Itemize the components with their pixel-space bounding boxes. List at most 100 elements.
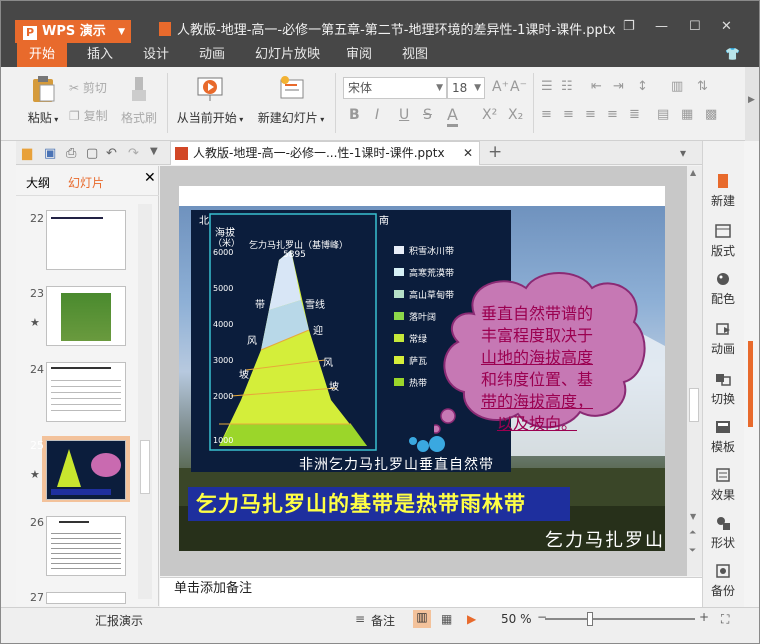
- tab-slides[interactable]: 幻灯片: [68, 174, 104, 191]
- text-direction-icon[interactable]: ⇅: [697, 79, 708, 94]
- scrollbar-thumb[interactable]: [689, 388, 699, 422]
- next-slide-icon[interactable]: ⏷: [689, 546, 696, 556]
- distributed-icon[interactable]: ≣: [629, 107, 640, 122]
- print-preview-icon[interactable]: ▢: [86, 146, 100, 161]
- superscript-button[interactable]: X²: [482, 107, 497, 123]
- italic-button[interactable]: I: [375, 107, 379, 123]
- sidebar-item-backup[interactable]: 备份: [703, 563, 743, 599]
- slide-thumbnail[interactable]: [46, 286, 126, 346]
- scroll-down-icon[interactable]: ▼: [690, 512, 696, 521]
- tab-review[interactable]: 审阅: [334, 43, 384, 67]
- tab-design[interactable]: 设计: [131, 43, 181, 67]
- smartart-icon[interactable]: ▩: [705, 107, 717, 122]
- sidebar-item-new[interactable]: 新建: [703, 173, 743, 209]
- panel-scrollbar[interactable]: [138, 204, 152, 599]
- new-slide-button[interactable]: 新建幻灯片 ▾: [253, 75, 329, 126]
- notes-toggle-icon[interactable]: ≡: [355, 612, 365, 626]
- maximize-icon[interactable]: ☐: [689, 19, 701, 34]
- font-color-button[interactable]: A: [447, 105, 458, 127]
- task-pane-toggle[interactable]: [748, 341, 753, 427]
- tab-slideshow[interactable]: 幻灯片放映: [243, 43, 332, 67]
- open-folder-icon[interactable]: ▆: [22, 146, 36, 161]
- tab-outline[interactable]: 大纲: [26, 174, 50, 191]
- zoom-out-icon[interactable]: −: [537, 610, 547, 624]
- text-box-icon[interactable]: ▦: [681, 107, 693, 122]
- redo-icon[interactable]: ↷: [128, 146, 142, 161]
- format-painter-button[interactable]: 格式刷: [119, 75, 159, 126]
- indent-icon[interactable]: ⇥: [613, 79, 624, 94]
- zoom-in-icon[interactable]: +: [699, 610, 709, 624]
- scrollbar-thumb[interactable]: [140, 440, 150, 494]
- bold-button[interactable]: B: [349, 107, 360, 123]
- cut-button[interactable]: ✂ 剪切: [69, 79, 107, 96]
- slide-thumbnail[interactable]: [46, 516, 126, 576]
- shirt-icon[interactable]: 👕: [725, 47, 740, 61]
- slideshow-play-icon[interactable]: ▶: [467, 612, 476, 626]
- vertical-align-icon[interactable]: ▤: [657, 107, 669, 122]
- sidebar-item-animation[interactable]: 动画: [703, 321, 743, 357]
- app-menu-button[interactable]: P WPS 演示 ▼: [15, 20, 131, 44]
- grow-font-icon[interactable]: A⁺: [492, 79, 509, 95]
- sidebar-item-template[interactable]: 模板: [703, 419, 743, 455]
- subscript-button[interactable]: X₂: [508, 107, 523, 123]
- align-left-icon[interactable]: ≡: [541, 107, 552, 122]
- close-panel-icon[interactable]: ✕: [144, 170, 156, 186]
- sidebar-item-effects[interactable]: 效果: [703, 467, 743, 503]
- align-center-icon[interactable]: ≡: [563, 107, 574, 122]
- outdent-icon[interactable]: ⇤: [591, 79, 602, 94]
- slide-thumbnail[interactable]: [46, 210, 126, 270]
- bullets-icon[interactable]: ☰: [541, 79, 553, 94]
- presentation-mode[interactable]: 汇报演示: [95, 612, 143, 629]
- tab-animation[interactable]: 动画: [187, 43, 237, 67]
- columns-icon[interactable]: ▥: [671, 79, 683, 94]
- notes-toggle-label[interactable]: 备注: [371, 612, 395, 629]
- sidebar-item-shapes[interactable]: 形状: [703, 515, 743, 551]
- tab-home[interactable]: 开始: [17, 43, 68, 67]
- tab-insert[interactable]: 插入: [75, 43, 125, 67]
- justify-icon[interactable]: ≡: [607, 107, 618, 122]
- align-right-icon[interactable]: ≡: [585, 107, 596, 122]
- sidebar-item-color[interactable]: 配色: [703, 271, 743, 307]
- paste-button[interactable]: 粘贴 ▾: [23, 75, 63, 126]
- line-spacing-icon[interactable]: ↕: [637, 79, 648, 94]
- slide-thumbnail[interactable]: [46, 362, 126, 422]
- notes-pane[interactable]: 单击添加备注: [160, 577, 702, 607]
- shrink-font-icon[interactable]: A⁻: [510, 79, 527, 95]
- close-icon[interactable]: ✕: [721, 19, 732, 34]
- font-name-select[interactable]: 宋体 ▼: [343, 77, 447, 99]
- minimize-icon[interactable]: —: [655, 19, 668, 34]
- transition-icon: [716, 374, 731, 386]
- slide-sorter-icon[interactable]: ▦: [441, 612, 452, 626]
- strikethrough-button[interactable]: S: [423, 107, 432, 123]
- thumb-line: [59, 521, 89, 523]
- slide-thumbnail-current[interactable]: [46, 440, 126, 500]
- font-size-select[interactable]: 18 ▼: [447, 77, 485, 99]
- numbering-icon[interactable]: ☷: [561, 79, 573, 94]
- previous-slide-icon[interactable]: ⏶: [689, 528, 696, 538]
- ribbon-scroll-right[interactable]: ▶: [745, 67, 759, 141]
- undo-icon[interactable]: ↶: [106, 146, 120, 161]
- zoom-slider-track[interactable]: [545, 618, 695, 620]
- play-from-current-button[interactable]: 从当前开始 ▾: [175, 75, 245, 126]
- zoom-slider-knob[interactable]: [587, 612, 593, 626]
- canvas-scrollbar[interactable]: ▲ ▼ ⏶ ⏷: [687, 166, 702, 576]
- new-tab-icon[interactable]: +: [488, 142, 502, 162]
- print-icon[interactable]: ⎙: [66, 146, 80, 161]
- cloud-callout-text: 垂直自然带谱的 丰富程度取决于 山地的海拔高度 和纬度位置、基 带的海拔高度， …: [457, 303, 617, 435]
- scroll-up-icon[interactable]: ▲: [690, 168, 696, 177]
- underline-button[interactable]: U: [399, 107, 409, 123]
- document-tab[interactable]: 人教版-地理-高一-必修一...性-1课时-课件.pptx ✕: [170, 141, 480, 165]
- tab-list-icon[interactable]: ▾: [680, 146, 694, 160]
- restore-icon[interactable]: ❐: [623, 19, 635, 34]
- slide-thumbnail[interactable]: [46, 592, 126, 604]
- save-icon[interactable]: ▣: [44, 146, 58, 161]
- close-tab-icon[interactable]: ✕: [463, 142, 473, 164]
- current-slide[interactable]: 北 南 海拔 （米） 乞力马扎罗山（基博峰） 5895 6000 5000 40…: [179, 206, 665, 551]
- copy-button[interactable]: ❐ 复制: [69, 107, 108, 124]
- customize-dropdown-icon[interactable]: ▼: [150, 146, 164, 160]
- normal-view-icon[interactable]: ▥: [413, 610, 431, 628]
- tab-view[interactable]: 视图: [390, 43, 440, 67]
- fit-window-icon[interactable]: ⛶: [721, 612, 729, 627]
- sidebar-item-layout[interactable]: 版式: [703, 223, 743, 259]
- sidebar-item-transition[interactable]: 切换: [703, 371, 743, 407]
